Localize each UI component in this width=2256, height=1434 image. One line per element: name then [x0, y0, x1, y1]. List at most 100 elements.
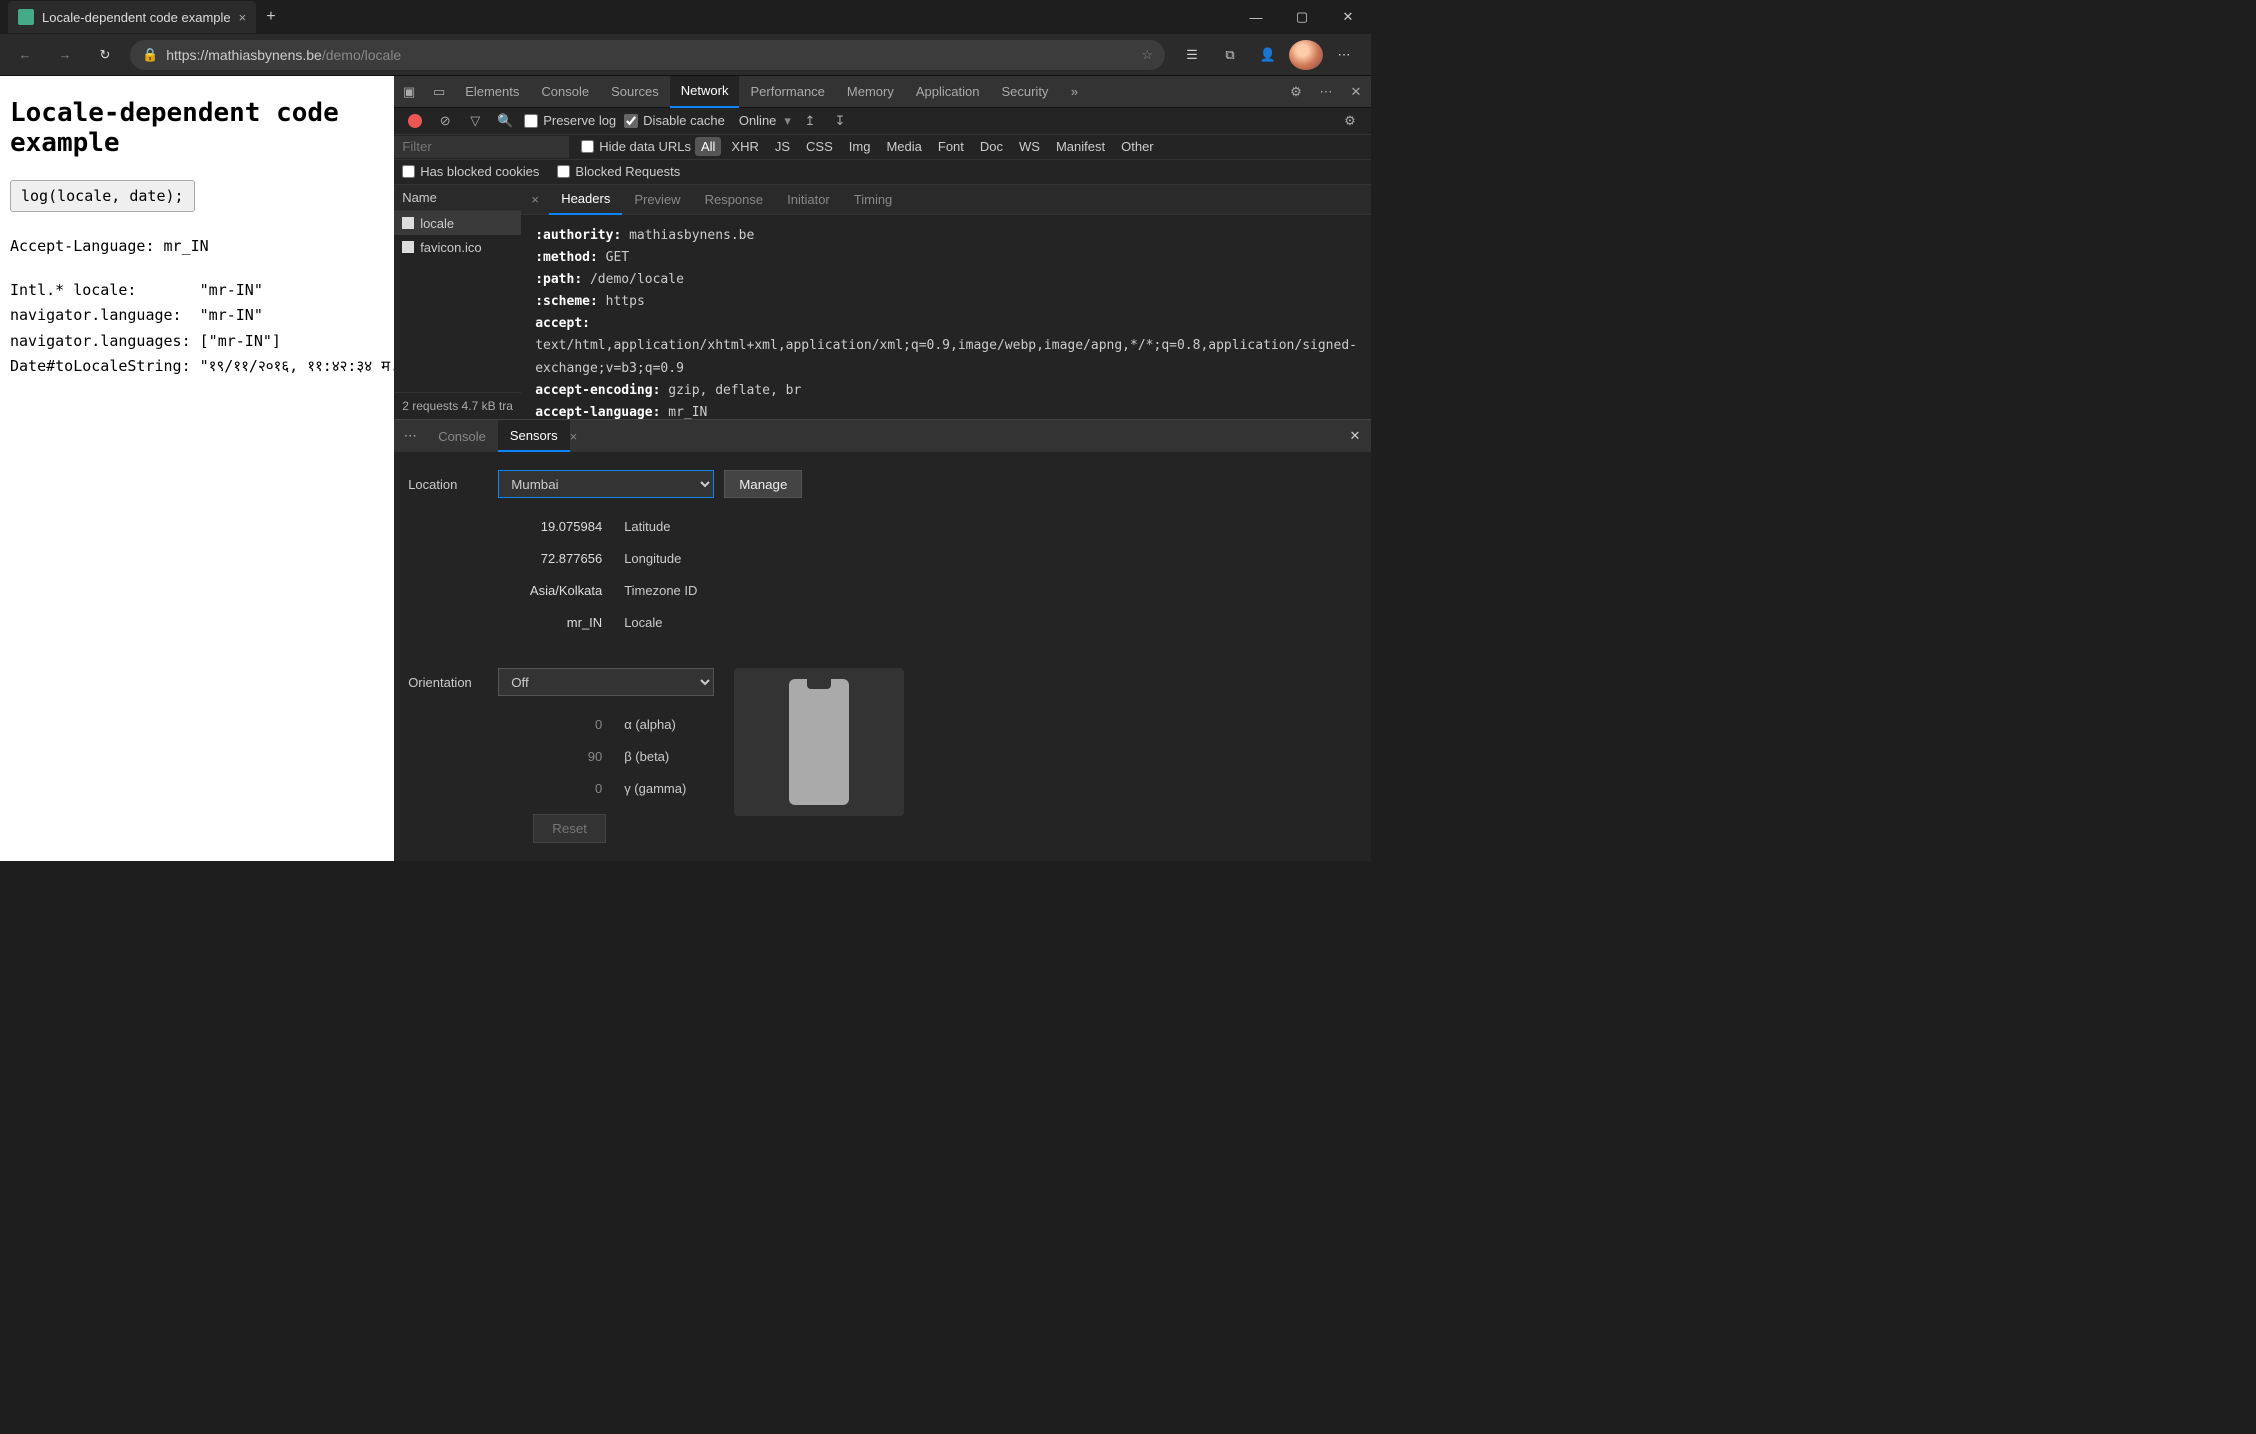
drawer-tabs: ⋯ Console Sensors × ✕ — [394, 420, 1371, 452]
chip-ws[interactable]: WS — [1013, 137, 1046, 156]
beta-value: 90 — [498, 749, 624, 764]
detail-tab-headers[interactable]: Headers — [549, 185, 622, 215]
blocked-requests-checkbox[interactable]: Blocked Requests — [557, 164, 680, 179]
filter-input[interactable] — [394, 136, 569, 158]
close-detail-icon[interactable]: × — [521, 192, 549, 207]
throttling-select[interactable]: Online — [739, 113, 777, 128]
chip-manifest[interactable]: Manifest — [1050, 137, 1111, 156]
tab-network[interactable]: Network — [670, 76, 740, 108]
blocked-cookies-checkbox[interactable]: Has blocked cookies — [402, 164, 539, 179]
tab-application[interactable]: Application — [905, 76, 991, 108]
inspect-icon[interactable]: ▣ — [394, 77, 424, 107]
chip-font[interactable]: Font — [932, 137, 970, 156]
disable-cache-checkbox[interactable]: Disable cache — [624, 113, 725, 128]
chip-js[interactable]: JS — [769, 137, 796, 156]
doc-icon — [402, 241, 414, 253]
device-toolbar-icon[interactable]: ▭ — [424, 77, 454, 107]
chip-xhr[interactable]: XHR — [725, 137, 764, 156]
reload-button[interactable]: ↻ — [90, 40, 120, 70]
latitude-value: 19.075984 — [498, 519, 624, 534]
chip-css[interactable]: CSS — [800, 137, 839, 156]
clear-icon[interactable]: ⊘ — [434, 110, 456, 132]
chevron-down-icon[interactable]: ▾ — [784, 113, 791, 129]
longitude-label: Longitude — [624, 551, 681, 566]
latitude-label: Latitude — [624, 519, 670, 534]
timezone-value: Asia/Kolkata — [498, 583, 624, 598]
orientation-preview[interactable] — [734, 668, 904, 816]
alpha-value: 0 — [498, 717, 624, 732]
headers-body[interactable]: :authority: mathiasbynens.be :method: GE… — [521, 215, 1371, 419]
devtools-close-icon[interactable]: ✕ — [1341, 77, 1371, 107]
drawer-tab-close-icon[interactable]: × — [570, 429, 586, 444]
star-icon[interactable]: ☆ — [1141, 47, 1153, 63]
avatar[interactable] — [1289, 40, 1323, 70]
drawer-tab-console[interactable]: Console — [426, 420, 498, 452]
detail-tab-response[interactable]: Response — [693, 185, 776, 215]
search-icon[interactable]: 🔍 — [494, 110, 516, 132]
tab-console[interactable]: Console — [530, 76, 600, 108]
browser-tab[interactable]: Locale-dependent code example × — [8, 1, 256, 33]
chip-other[interactable]: Other — [1115, 137, 1160, 156]
tab-title: Locale-dependent code example — [42, 10, 231, 25]
drawer: ⋯ Console Sensors × ✕ Location Mumbai Ma… — [394, 420, 1371, 861]
tab-security[interactable]: Security — [990, 76, 1059, 108]
detail-tab-timing[interactable]: Timing — [842, 185, 905, 215]
location-select[interactable]: Mumbai — [498, 470, 714, 498]
url-box[interactable]: 🔒 https://mathiasbynens.be/demo/locale ☆ — [130, 40, 1165, 70]
upload-icon[interactable]: ↥ — [799, 110, 821, 132]
drawer-menu-icon[interactable]: ⋯ — [394, 428, 426, 444]
page-content: Locale-dependent code example log(locale… — [0, 76, 394, 861]
tab-performance[interactable]: Performance — [739, 76, 835, 108]
sensors-panel: Location Mumbai Manage 19.075984Latitude… — [394, 452, 1371, 861]
favorites-list-icon[interactable]: ☰ — [1175, 40, 1209, 70]
chip-img[interactable]: Img — [843, 137, 877, 156]
chip-all[interactable]: All — [695, 137, 721, 156]
longitude-value: 72.877656 — [498, 551, 624, 566]
download-icon[interactable]: ↧ — [829, 110, 851, 132]
gamma-label: γ (gamma) — [624, 781, 686, 796]
profile-icon[interactable]: 👤 — [1251, 40, 1285, 70]
filter-toggle-icon[interactable]: ▽ — [464, 110, 486, 132]
request-detail: × Headers Preview Response Initiator Tim… — [521, 185, 1371, 419]
tab-close-icon[interactable]: × — [239, 10, 247, 25]
new-tab-button[interactable]: + — [266, 8, 275, 26]
chip-doc[interactable]: Doc — [974, 137, 1009, 156]
request-row[interactable]: locale — [394, 211, 521, 235]
drawer-close-icon[interactable]: ✕ — [1339, 428, 1371, 444]
detail-tab-initiator[interactable]: Initiator — [775, 185, 842, 215]
close-window-icon[interactable]: ✕ — [1325, 0, 1371, 34]
chip-media[interactable]: Media — [880, 137, 927, 156]
back-button[interactable]: ← — [10, 40, 40, 70]
reset-button[interactable]: Reset — [533, 814, 606, 843]
network-toolbar: ⊘ ▽ 🔍 Preserve log Disable cache Online … — [394, 108, 1371, 135]
network-settings-icon[interactable]: ⚙ — [1339, 110, 1361, 132]
accept-language-line: Accept-Language: mr_IN — [10, 234, 384, 260]
collections-icon[interactable]: ⧉ — [1213, 40, 1247, 70]
tab-sources[interactable]: Sources — [600, 76, 670, 108]
record-button[interactable] — [404, 110, 426, 132]
devtools-settings-icon[interactable]: ⚙ — [1281, 77, 1311, 107]
detail-tab-preview[interactable]: Preview — [622, 185, 692, 215]
request-footer: 2 requests 4.7 kB tra — [394, 392, 521, 419]
minimize-icon[interactable]: — — [1233, 0, 1279, 34]
manage-button[interactable]: Manage — [724, 470, 802, 498]
name-column-header[interactable]: Name — [394, 185, 521, 211]
tab-elements[interactable]: Elements — [454, 76, 530, 108]
maximize-icon[interactable]: ▢ — [1279, 0, 1325, 34]
orientation-select[interactable]: Off — [498, 668, 714, 696]
more-tabs-icon[interactable]: » — [1059, 77, 1089, 107]
beta-label: β (beta) — [624, 749, 669, 764]
gamma-value: 0 — [498, 781, 624, 796]
request-row[interactable]: favicon.ico — [394, 235, 521, 259]
devtools-menu-icon[interactable]: ⋯ — [1311, 77, 1341, 107]
hide-data-urls-checkbox[interactable]: Hide data URLs — [581, 139, 691, 154]
lock-icon: 🔒 — [142, 47, 158, 63]
favicon-icon — [18, 9, 34, 25]
forward-button[interactable]: → — [50, 40, 80, 70]
drawer-tab-sensors[interactable]: Sensors — [498, 420, 570, 452]
tab-memory[interactable]: Memory — [836, 76, 905, 108]
log-button[interactable]: log(locale, date); — [10, 180, 195, 212]
timezone-label: Timezone ID — [624, 583, 697, 598]
preserve-log-checkbox[interactable]: Preserve log — [524, 113, 616, 128]
more-icon[interactable]: ⋯ — [1327, 40, 1361, 70]
